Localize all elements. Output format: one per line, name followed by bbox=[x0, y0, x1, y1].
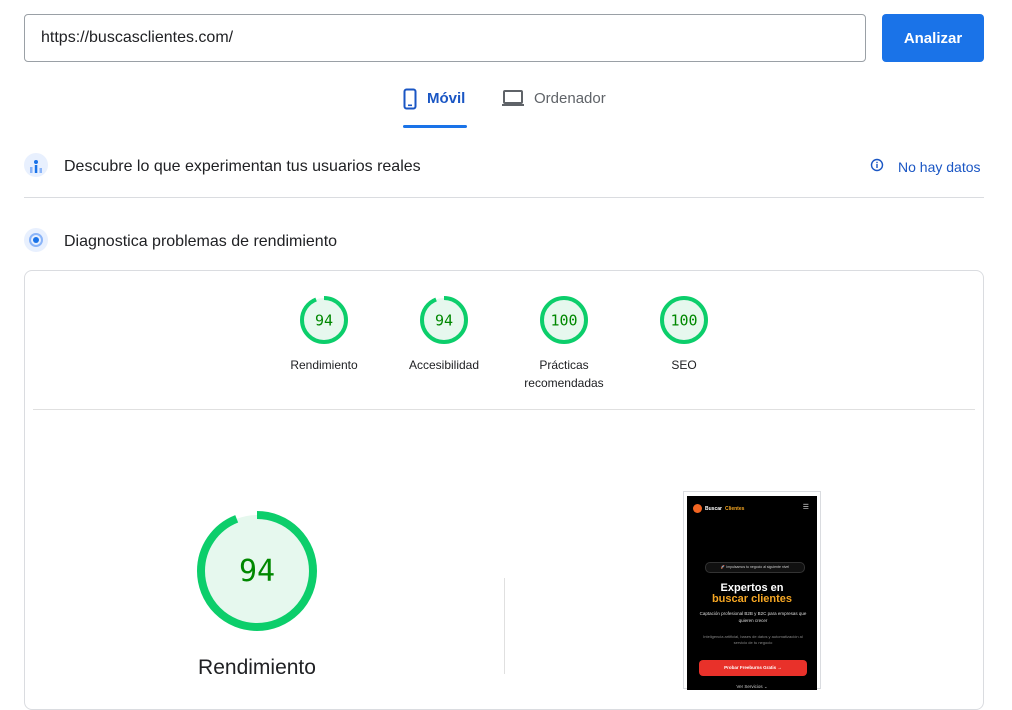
preview-text2: Inteligencia artificial, bases de datos … bbox=[703, 634, 803, 645]
score-ring: 94 bbox=[300, 296, 348, 344]
score-value: 100 bbox=[670, 312, 697, 330]
url-input[interactable] bbox=[24, 14, 866, 62]
no-data-label: No hay datos bbox=[898, 158, 981, 175]
tab-desktop[interactable]: Ordenador bbox=[502, 88, 606, 128]
preview-brand-a: Buscar bbox=[705, 505, 722, 512]
score-label: Rendimiento bbox=[290, 358, 358, 372]
gauge-icon bbox=[24, 227, 48, 257]
vertical-separator bbox=[504, 578, 505, 674]
hamburger-menu-icon: ☰ bbox=[802, 504, 809, 511]
diagnostics-section: Diagnostica problemas de rendimiento bbox=[24, 227, 338, 257]
main-score-ring: 94 bbox=[197, 511, 317, 631]
users-chart-icon bbox=[24, 152, 48, 182]
tab-mobile[interactable]: Móvil bbox=[403, 88, 465, 128]
no-data-status[interactable]: No hay datos bbox=[870, 158, 981, 175]
brand-logo-icon bbox=[693, 504, 702, 513]
tab-mobile-label: Móvil bbox=[427, 90, 466, 107]
tab-desktop-label: Ordenador bbox=[534, 90, 606, 107]
info-icon bbox=[870, 158, 884, 175]
score-gauge[interactable]: 94 Accesibilidad bbox=[384, 294, 504, 374]
section-divider bbox=[24, 197, 984, 198]
score-value: 94 bbox=[435, 312, 453, 330]
score-gauge[interactable]: 100 SEO bbox=[624, 294, 744, 374]
preview-heading-line2: buscar clientes bbox=[711, 593, 793, 605]
score-ring: 100 bbox=[540, 296, 588, 344]
field-data-section[interactable]: Descubre lo que experimentan tus usuario… bbox=[24, 152, 421, 182]
score-ring: 100 bbox=[660, 296, 708, 344]
main-score-label: Rendimiento bbox=[198, 656, 316, 679]
preview-services-link: Ver Servicios ⌄ bbox=[736, 684, 768, 689]
laptop-icon bbox=[502, 88, 524, 112]
page-screenshot-preview: Buscar Clientes ☰ 🚀 Impulsamos tu negocio… bbox=[683, 491, 821, 690]
main-score-gauge: 94 bbox=[196, 510, 318, 637]
score-value: 100 bbox=[550, 312, 577, 330]
score-gauge[interactable]: 94 Rendimiento bbox=[264, 294, 384, 374]
analyze-button[interactable]: Analizar bbox=[882, 14, 984, 62]
score-value: 94 bbox=[315, 312, 333, 330]
preview-cta-button: Probar Freeburns Gratis → bbox=[699, 660, 807, 676]
main-score-value: 94 bbox=[239, 554, 275, 589]
diagnostics-title: Diagnostica problemas de rendimiento bbox=[64, 233, 338, 250]
score-label: Prácticas recomendadas bbox=[524, 358, 604, 390]
score-gauge[interactable]: 100 Prácticas recomendadas bbox=[504, 294, 624, 392]
preview-pill: 🚀 Impulsamos tu negocio al siguiente niv… bbox=[705, 562, 805, 573]
preview-brand: Buscar Clientes bbox=[693, 504, 744, 513]
field-data-title: Descubre lo que experimentan tus usuario… bbox=[64, 158, 421, 175]
phone-icon bbox=[403, 88, 417, 114]
active-tab-indicator bbox=[403, 125, 467, 128]
score-label: Accesibilidad bbox=[408, 358, 480, 372]
card-divider bbox=[33, 409, 975, 410]
preview-brand-b: Clientes bbox=[724, 505, 745, 512]
preview-text1: Captación profesional B2B y B2C para emp… bbox=[699, 611, 807, 623]
score-label: SEO bbox=[671, 358, 697, 372]
score-ring: 94 bbox=[420, 296, 468, 344]
